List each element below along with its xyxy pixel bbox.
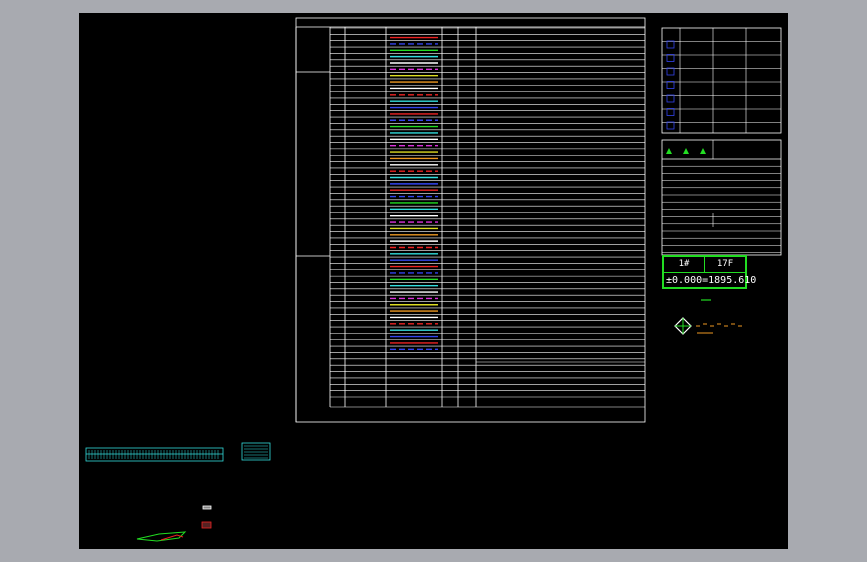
square-symbol-icon — [666, 40, 675, 49]
note-outer-border — [661, 139, 782, 256]
square-symbol-icon — [666, 67, 675, 76]
triangle-marker-icon — [666, 148, 672, 154]
elevation-strip — [85, 447, 224, 462]
square-symbol-icon — [666, 108, 675, 116]
detail-fragment — [201, 521, 212, 529]
square-symbol-icon — [666, 81, 675, 89]
square-symbol-icon — [666, 54, 675, 62]
note-table — [661, 139, 782, 256]
triangle-marker-icon — [683, 148, 689, 154]
legend-table — [661, 27, 782, 134]
floor-label: 17F — [704, 257, 745, 272]
material-schedule-table — [295, 17, 646, 423]
north-arrow-icon — [675, 318, 691, 334]
square-symbol-icon — [666, 121, 675, 130]
triangle-marker-icon — [700, 148, 706, 154]
square-symbol-icon — [666, 94, 675, 103]
elevation-value: ±0.000=1895.610 — [666, 275, 757, 286]
cad-viewport[interactable]: 1# 17F ±0.000=1895.610 — [79, 13, 788, 549]
building-number-label: 1# — [678, 259, 690, 269]
detail-fragment — [202, 505, 212, 510]
small-elevation-block — [241, 442, 271, 461]
elevation-box: 1# 17F ±0.000=1895.610 — [662, 255, 757, 289]
